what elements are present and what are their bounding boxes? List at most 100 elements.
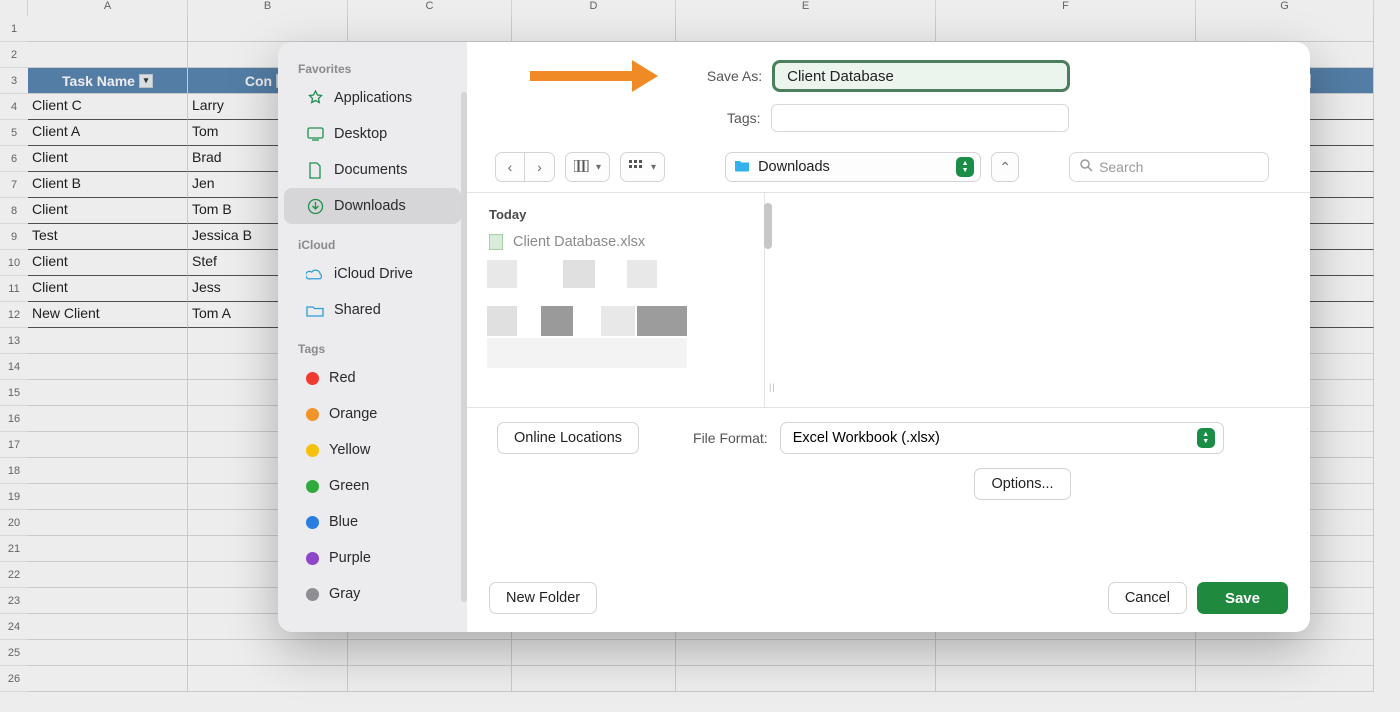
cell[interactable]	[936, 666, 1196, 692]
cell[interactable]	[28, 354, 188, 380]
column-resize-handle[interactable]: ||	[769, 383, 775, 401]
row-header[interactable]: 11	[0, 276, 28, 302]
cell[interactable]	[1196, 640, 1374, 666]
options-button[interactable]: Options...	[974, 468, 1070, 500]
row-header[interactable]: 17	[0, 432, 28, 458]
cell[interactable]	[28, 458, 188, 484]
sidebar-tag-red[interactable]: Red	[284, 360, 461, 396]
col-header[interactable]: B	[188, 0, 348, 16]
cell[interactable]	[28, 510, 188, 536]
cell[interactable]	[1196, 16, 1374, 42]
row-header[interactable]: 10	[0, 250, 28, 276]
save-as-input[interactable]	[772, 60, 1070, 92]
cell[interactable]	[28, 328, 188, 354]
row-header[interactable]: 4	[0, 94, 28, 120]
cell[interactable]	[28, 42, 188, 68]
tags-input[interactable]	[771, 104, 1069, 132]
cell[interactable]	[28, 640, 188, 666]
col-header[interactable]: D	[512, 0, 676, 16]
cell[interactable]	[348, 16, 512, 42]
cell[interactable]	[188, 666, 348, 692]
row-header[interactable]: 13	[0, 328, 28, 354]
file-format-dropdown[interactable]: Excel Workbook (.xlsx) ▲▼	[780, 422, 1224, 454]
sidebar-item-downloads[interactable]: Downloads	[284, 188, 461, 224]
row-header[interactable]: 2	[0, 42, 28, 68]
cell[interactable]	[28, 484, 188, 510]
cell[interactable]: Test	[28, 224, 188, 250]
sidebar-tag-green[interactable]: Green	[284, 468, 461, 504]
sidebar-item-desktop[interactable]: Desktop	[284, 116, 461, 152]
row-header[interactable]: 19	[0, 484, 28, 510]
cell[interactable]	[936, 640, 1196, 666]
cell[interactable]	[676, 666, 936, 692]
row-header[interactable]: 22	[0, 562, 28, 588]
cell[interactable]	[348, 666, 512, 692]
cell[interactable]: Client B	[28, 172, 188, 198]
cell[interactable]	[512, 666, 676, 692]
collapse-button[interactable]: ⌃	[991, 152, 1019, 182]
forward-button[interactable]: ›	[525, 152, 555, 182]
new-folder-button[interactable]: New Folder	[489, 582, 597, 614]
row-header[interactable]: 21	[0, 536, 28, 562]
filter-icon[interactable]: ▾	[139, 74, 153, 88]
col-header[interactable]: A	[28, 0, 188, 16]
cell[interactable]	[28, 380, 188, 406]
row-header[interactable]: 3	[0, 68, 28, 94]
cell[interactable]	[28, 666, 188, 692]
sidebar-tag-yellow[interactable]: Yellow	[284, 432, 461, 468]
row-header[interactable]: 20	[0, 510, 28, 536]
sidebar-item-applications[interactable]: Applications	[284, 80, 461, 116]
cell[interactable]	[676, 16, 936, 42]
cell[interactable]	[28, 432, 188, 458]
cell[interactable]: Client	[28, 276, 188, 302]
sidebar-item-icloud-drive[interactable]: iCloud Drive	[284, 256, 461, 292]
online-locations-button[interactable]: Online Locations	[497, 422, 639, 454]
row-header[interactable]: 16	[0, 406, 28, 432]
cell[interactable]	[348, 640, 512, 666]
col-header[interactable]: C	[348, 0, 512, 16]
col-header[interactable]: E	[676, 0, 936, 16]
cell[interactable]	[28, 536, 188, 562]
cell[interactable]: Client	[28, 198, 188, 224]
row-header[interactable]: 15	[0, 380, 28, 406]
row-header[interactable]: 5	[0, 120, 28, 146]
row-header[interactable]: 18	[0, 458, 28, 484]
sidebar-tag-purple[interactable]: Purple	[284, 540, 461, 576]
row-header[interactable]: 26	[0, 666, 28, 692]
cell[interactable]: Client A	[28, 120, 188, 146]
file-row[interactable]: Client Database.xlsx	[467, 230, 764, 254]
search-field[interactable]: Search	[1069, 152, 1269, 182]
back-button[interactable]: ‹	[495, 152, 525, 182]
cell[interactable]	[1196, 666, 1374, 692]
cell[interactable]: Client C	[28, 94, 188, 120]
cell[interactable]	[512, 16, 676, 42]
sidebar-tag-blue[interactable]: Blue	[284, 504, 461, 540]
cell[interactable]	[188, 16, 348, 42]
location-dropdown[interactable]: Downloads ▲▼	[725, 152, 981, 182]
view-columns-button[interactable]: ▾	[565, 152, 610, 182]
row-header[interactable]: 6	[0, 146, 28, 172]
cell[interactable]	[28, 614, 188, 640]
sidebar-tag-orange[interactable]: Orange	[284, 396, 461, 432]
col-header[interactable]: F	[936, 0, 1196, 16]
cell[interactable]	[28, 588, 188, 614]
sidebar-item-documents[interactable]: Documents	[284, 152, 461, 188]
row-header[interactable]: 25	[0, 640, 28, 666]
cell[interactable]: Client	[28, 146, 188, 172]
sidebar-item-shared[interactable]: Shared	[284, 292, 461, 328]
row-header[interactable]: 9	[0, 224, 28, 250]
row-header[interactable]: 24	[0, 614, 28, 640]
cell[interactable]	[28, 16, 188, 42]
row-header[interactable]: 7	[0, 172, 28, 198]
cancel-button[interactable]: Cancel	[1108, 582, 1187, 614]
sidebar-tag-gray[interactable]: Gray	[284, 576, 461, 612]
cell[interactable]	[512, 640, 676, 666]
cell[interactable]	[936, 16, 1196, 42]
cell[interactable]	[28, 406, 188, 432]
save-button[interactable]: Save	[1197, 582, 1288, 614]
row-header[interactable]: 1	[0, 16, 28, 42]
view-grouping-button[interactable]: ▾	[620, 152, 665, 182]
row-header[interactable]: 14	[0, 354, 28, 380]
browser-scrollbar[interactable]	[764, 203, 772, 249]
cell[interactable]: Task Name▾	[28, 68, 188, 94]
